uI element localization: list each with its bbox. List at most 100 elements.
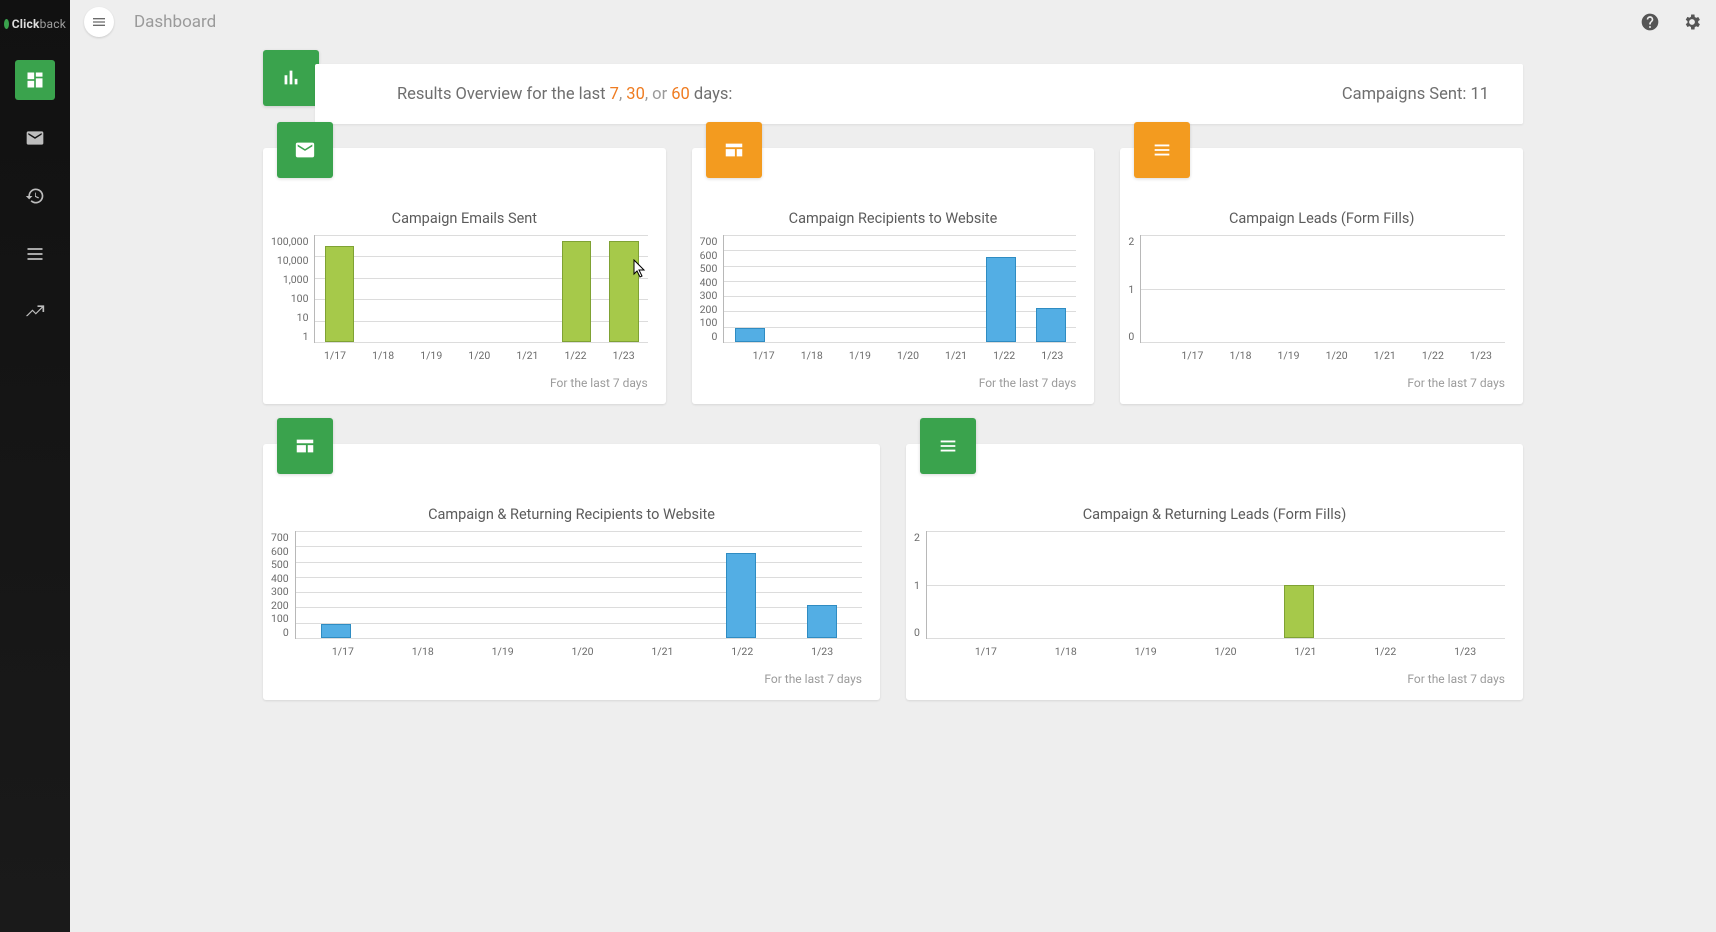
- y-tick: 1,000: [271, 273, 308, 286]
- card-row-1: Campaign Emails Sent 100,00010,0001,0001…: [263, 148, 1523, 404]
- bar: [1026, 235, 1076, 342]
- bar: [315, 235, 362, 342]
- dashboard-icon: [25, 70, 45, 90]
- history-icon: [25, 186, 45, 206]
- x-axis: 1/171/181/191/201/211/221/23: [1168, 349, 1523, 362]
- x-tick: 1/18: [1216, 349, 1264, 362]
- campaigns-label: Campaigns Sent:: [1342, 85, 1471, 104]
- sidebar-item-lists[interactable]: [15, 234, 55, 274]
- y-tick: 100: [700, 316, 718, 329]
- bar: [1349, 235, 1401, 342]
- days-60-link[interactable]: 60: [671, 85, 690, 104]
- card-footer: For the last 7 days: [692, 362, 1095, 404]
- y-tick: 10,000: [271, 254, 308, 267]
- x-tick: 1/22: [551, 349, 599, 362]
- x-tick: 1/20: [884, 349, 932, 362]
- sidebar-item-dashboard[interactable]: [15, 60, 55, 100]
- card-leads: Campaign Leads (Form Fills) 210 1/171/18…: [1120, 148, 1523, 404]
- bar: [1092, 531, 1175, 638]
- bar: [600, 235, 647, 342]
- y-tick: 100: [271, 612, 289, 625]
- x-tick: 1/18: [788, 349, 836, 362]
- x-tick: 1/19: [836, 349, 884, 362]
- x-tick: 1/19: [1106, 645, 1186, 658]
- days-30-link[interactable]: 30: [626, 85, 645, 104]
- card-all-leads: Campaign & Returning Leads (Form Fills) …: [906, 444, 1523, 700]
- y-tick: 300: [271, 585, 289, 598]
- x-tick: 1/19: [407, 349, 455, 362]
- x-axis: 1/171/181/191/201/211/221/23: [303, 645, 880, 658]
- web-icon: [294, 435, 316, 457]
- sidebar-item-email[interactable]: [15, 118, 55, 158]
- card-title: Campaign & Returning Leads (Form Fills): [906, 506, 1523, 523]
- x-tick: 1/22: [1345, 645, 1425, 658]
- hamburger-icon: [91, 14, 107, 30]
- card-row-2: Campaign & Returning Recipients to Websi…: [263, 444, 1523, 700]
- card-footer: For the last 7 days: [263, 362, 666, 404]
- y-tick: 500: [700, 262, 718, 275]
- x-tick: 1/23: [1457, 349, 1505, 362]
- menu-toggle-button[interactable]: [84, 7, 114, 37]
- form-icon: [937, 435, 959, 457]
- bar: [927, 531, 1010, 638]
- bar: [505, 235, 552, 342]
- days-7-link[interactable]: 7: [610, 85, 619, 104]
- x-tick: 1/21: [932, 349, 980, 362]
- bar: [1453, 235, 1505, 342]
- chart: 100,00010,0001,000100101: [263, 235, 666, 343]
- bar: [1257, 531, 1340, 638]
- x-tick: 1/21: [1265, 645, 1345, 658]
- x-tick: 1/17: [311, 349, 359, 362]
- bar: [1245, 235, 1297, 342]
- brand-logo: Click back: [4, 6, 66, 42]
- x-axis: 1/171/181/191/201/211/221/23: [946, 645, 1523, 658]
- help-circle-icon: [1640, 12, 1660, 32]
- sidebar: Click back: [0, 0, 70, 932]
- bar: [775, 235, 825, 342]
- x-tick: 1/23: [1028, 349, 1076, 362]
- x-tick: 1/22: [1409, 349, 1457, 362]
- card-chip: [1134, 122, 1190, 178]
- brand-suf: back: [40, 17, 66, 31]
- x-tick: 1/22: [702, 645, 782, 658]
- chart: 210: [906, 531, 1523, 639]
- y-tick: 700: [700, 235, 718, 248]
- bar: [1401, 235, 1453, 342]
- overview-chip: [263, 50, 319, 106]
- x-tick: 1/23: [782, 645, 862, 658]
- bar: [363, 235, 410, 342]
- help-button[interactable]: [1640, 12, 1660, 32]
- y-tick: 400: [700, 276, 718, 289]
- overview-row: Results Overview for the last 7, 30, or …: [263, 50, 1523, 124]
- trend-icon: [25, 302, 45, 322]
- x-tick: 1/21: [622, 645, 702, 658]
- settings-button[interactable]: [1682, 12, 1702, 32]
- chart: 210: [1120, 235, 1523, 343]
- y-tick: 500: [271, 558, 289, 571]
- y-tick: 400: [271, 572, 289, 585]
- y-tick: 700: [271, 531, 289, 544]
- y-tick: 2: [914, 531, 920, 544]
- x-tick: 1/18: [383, 645, 463, 658]
- form-icon: [1151, 139, 1173, 161]
- x-tick: 1/20: [1313, 349, 1361, 362]
- card-footer: For the last 7 days: [906, 658, 1523, 700]
- content-scroll[interactable]: Results Overview for the last 7, 30, or …: [70, 44, 1716, 932]
- bar: [875, 235, 925, 342]
- sidebar-item-trends[interactable]: [15, 292, 55, 332]
- x-tick: 1/21: [503, 349, 551, 362]
- chart: 7006005004003002001000: [263, 531, 880, 639]
- sidebar-item-history[interactable]: [15, 176, 55, 216]
- bar: [377, 531, 458, 638]
- x-tick: 1/17: [303, 645, 383, 658]
- y-tick: 200: [700, 303, 718, 316]
- y-tick: 300: [700, 289, 718, 302]
- campaigns-count: 11: [1470, 85, 1489, 104]
- x-tick: 1/17: [740, 349, 788, 362]
- x-tick: 1/19: [463, 645, 543, 658]
- card-chip: [277, 122, 333, 178]
- overview-suffix: days:: [694, 85, 732, 104]
- topbar: Dashboard: [70, 0, 1716, 44]
- card-recipients: Campaign Recipients to Website 700600500…: [692, 148, 1095, 404]
- card-chip: [706, 122, 762, 178]
